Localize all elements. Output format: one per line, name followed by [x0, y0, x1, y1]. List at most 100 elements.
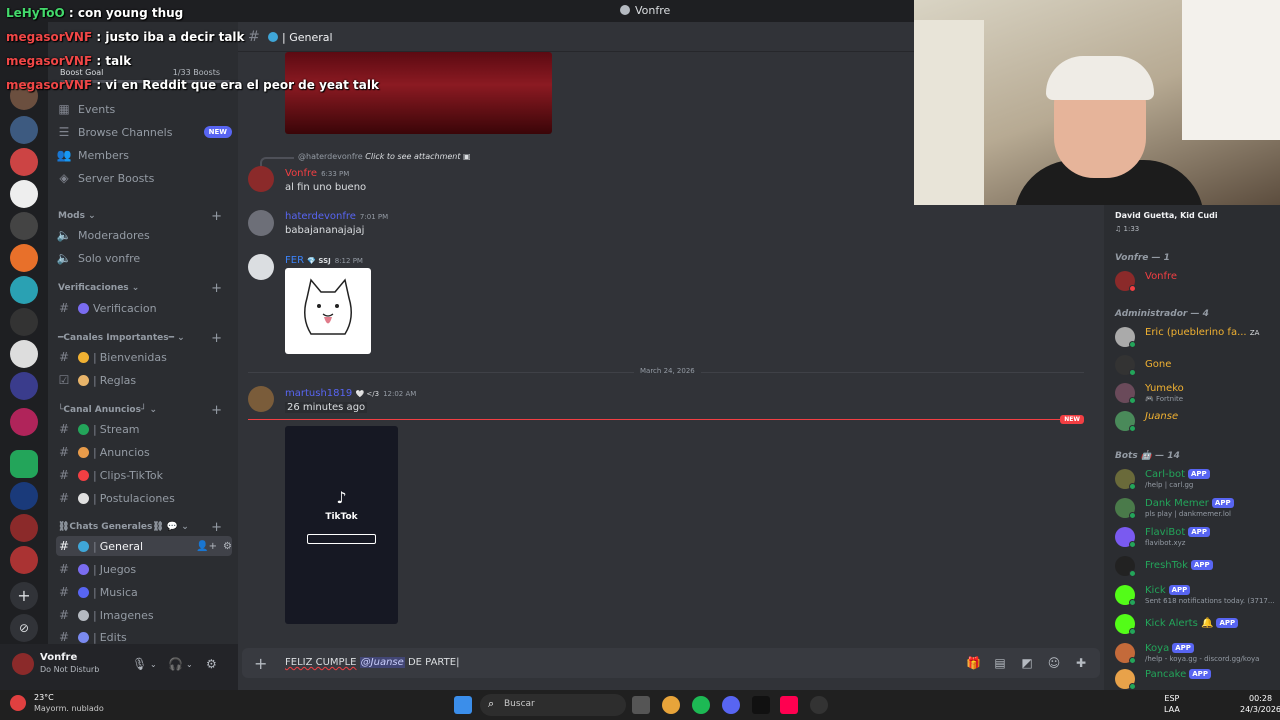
message-author[interactable]: Vonfre 6:33 PM: [285, 168, 349, 179]
channel-clips-tiktok[interactable]: # | Clips-TikTok: [56, 465, 232, 485]
gif-icon[interactable]: ▤: [993, 656, 1007, 670]
apps-icon[interactable]: ✚: [1074, 656, 1088, 670]
member-item[interactable]: Juanse: [1115, 409, 1275, 433]
channel-juegos[interactable]: # | Juegos: [56, 559, 232, 579]
capcut-icon[interactable]: [752, 696, 770, 714]
add-server-icon[interactable]: +: [10, 582, 38, 610]
message-author[interactable]: martush1819 🤍 </3 12:02 AM: [285, 388, 416, 399]
server-icon[interactable]: [10, 308, 38, 336]
stream-chat-overlay: LeHyToO : con young thug megasorVNF : ju…: [0, 0, 379, 100]
avatar[interactable]: [248, 254, 274, 280]
channel-reglas[interactable]: ☑ | Reglas: [56, 370, 232, 390]
settings-gear-icon[interactable]: ⚙: [206, 657, 217, 671]
channel-imagenes[interactable]: # | Imagenes: [56, 605, 232, 625]
add-attachment-icon[interactable]: +: [254, 654, 267, 673]
chevron-down-icon[interactable]: ⌄: [186, 660, 193, 669]
avatar[interactable]: [248, 386, 274, 412]
invite-icon[interactable]: 👤+: [196, 541, 217, 552]
add-channel-icon[interactable]: +: [211, 403, 222, 418]
member-item[interactable]: Kick Alerts 🔔 APP: [1115, 612, 1275, 636]
emoji-icon[interactable]: ☺: [1047, 656, 1061, 670]
member-item[interactable]: Eric (pueblerino fa... ZA: [1115, 325, 1275, 349]
member-item[interactable]: Gone: [1115, 353, 1275, 377]
clock[interactable]: 00:28 24/3/2026: [1240, 693, 1280, 715]
category-canales-importantes[interactable]: ━Canales Importantes━ ⌄ +: [58, 331, 232, 346]
gift-icon[interactable]: 🎁: [966, 656, 981, 670]
server-icon[interactable]: [10, 116, 38, 144]
microphone-icon[interactable]: 🎙: [132, 657, 147, 671]
channel-anuncios[interactable]: # | Anuncios: [56, 442, 232, 462]
sidebar-item-browse-channels[interactable]: ☰ Browse Channels NEW: [56, 122, 232, 142]
channel-musica[interactable]: # | Musica: [56, 582, 232, 602]
channel-stream[interactable]: # | Stream: [56, 419, 232, 439]
member-item[interactable]: Pancake APP: [1115, 667, 1275, 690]
sidebar-item-server-boosts[interactable]: ◈ Server Boosts: [56, 168, 232, 188]
add-channel-icon[interactable]: +: [211, 520, 222, 535]
sticker-icon[interactable]: ◩: [1020, 656, 1034, 670]
server-icon[interactable]: [10, 180, 38, 208]
member-item[interactable]: FlaviBot APP flavibot.xyz: [1115, 525, 1275, 549]
obs-icon[interactable]: [810, 696, 828, 714]
chevron-down-icon[interactable]: ⌄: [150, 660, 157, 669]
reply-preview[interactable]: @haterdevonfre Click to see attachment ▣: [260, 152, 471, 167]
message-text: al fin uno bueno: [285, 182, 367, 193]
category-verificaciones[interactable]: Verificaciones ⌄ +: [58, 281, 232, 296]
sidebar-item-members[interactable]: 👥 Members: [56, 145, 232, 165]
channel-solo-vonfre[interactable]: 🔈 Solo vonfre: [56, 248, 232, 268]
server-icon[interactable]: [10, 212, 38, 240]
server-icon[interactable]: [10, 148, 38, 176]
user-status: Do Not Disturb: [40, 665, 100, 674]
add-channel-icon[interactable]: +: [211, 331, 222, 346]
avatar[interactable]: [248, 210, 274, 236]
tiktok-app-icon[interactable]: [780, 696, 798, 714]
server-folder-icon[interactable]: [10, 450, 38, 478]
spotify-icon[interactable]: [692, 696, 710, 714]
server-icon[interactable]: [10, 408, 38, 436]
film-emoji-icon: [78, 631, 89, 643]
server-icon[interactable]: [10, 276, 38, 304]
start-icon[interactable]: [454, 696, 472, 714]
message-author[interactable]: FER 💎 SSJ 8:12 PM: [285, 255, 363, 266]
member-item[interactable]: Vonfre: [1115, 269, 1275, 293]
add-channel-icon[interactable]: +: [211, 281, 222, 296]
sidebar-item-events[interactable]: ▦ Events: [56, 99, 232, 119]
gear-icon[interactable]: ⚙: [223, 541, 232, 552]
headphones-icon[interactable]: 🎧: [168, 657, 183, 671]
server-icon[interactable]: [10, 514, 38, 542]
language-indicator[interactable]: ESP LAA: [1164, 693, 1180, 715]
chrome-icon[interactable]: [662, 696, 680, 714]
member-item[interactable]: Koya APP/help - koya.gg - discord.gg/koya: [1115, 641, 1275, 665]
explore-icon[interactable]: ⊘: [10, 614, 38, 642]
server-icon[interactable]: [10, 340, 38, 368]
channel-bienvenidas[interactable]: # | Bienvenidas: [56, 347, 232, 367]
server-icon[interactable]: [10, 372, 38, 400]
server-icon[interactable]: [10, 244, 38, 272]
message-author[interactable]: haterdevonfre 7:01 PM: [285, 211, 388, 222]
file-explorer-icon[interactable]: [632, 696, 650, 714]
member-item[interactable]: Carl-bot APP/help | carl.gg: [1115, 467, 1275, 491]
message-input[interactable]: FELIZ CUMPLE @Juanse DE PARTE|: [285, 657, 459, 668]
channel-moderadores[interactable]: 🔈 Moderadores: [56, 225, 232, 245]
server-icon[interactable]: [10, 482, 38, 510]
member-item[interactable]: Dank Memer APP pls play | dankmemer.lol: [1115, 496, 1275, 520]
channel-edits[interactable]: # | Edits: [56, 627, 232, 644]
channel-postulaciones[interactable]: # | Postulaciones: [56, 488, 232, 508]
category-canal-anuncios[interactable]: └Canal Anuncios┘ ⌄ +: [58, 403, 232, 418]
category-mods[interactable]: Mods ⌄ +: [58, 209, 232, 224]
member-item[interactable]: FreshTok APP: [1115, 554, 1275, 578]
tiktok-video-embed[interactable]: ♪ TikTok: [285, 426, 398, 624]
member-item[interactable]: Kick APP Sent 618 notifications today. (37…: [1115, 583, 1275, 607]
discord-icon[interactable]: [722, 696, 740, 714]
avatar[interactable]: [248, 166, 274, 192]
server-icon[interactable]: [10, 546, 38, 574]
avatar[interactable]: [12, 653, 34, 675]
channel-verificacion[interactable]: # Verificacion: [56, 298, 232, 318]
member-item[interactable]: Yumeko 🎮 Fortnite: [1115, 381, 1275, 405]
message-composer[interactable]: + FELIZ CUMPLE @Juanse DE PARTE| 🎁 ▤ ◩ ☺…: [242, 648, 1100, 678]
channel-general[interactable]: # | General 👤+ ⚙: [56, 536, 232, 556]
search-box[interactable]: ⌕ Buscar: [480, 694, 626, 716]
search-icon: ⌕: [488, 697, 495, 710]
add-channel-icon[interactable]: +: [211, 209, 222, 224]
image-attachment[interactable]: [285, 268, 371, 354]
category-chats-generales[interactable]: ⛓Chats Generales⛓ 💬 ⌄ +: [58, 520, 232, 535]
